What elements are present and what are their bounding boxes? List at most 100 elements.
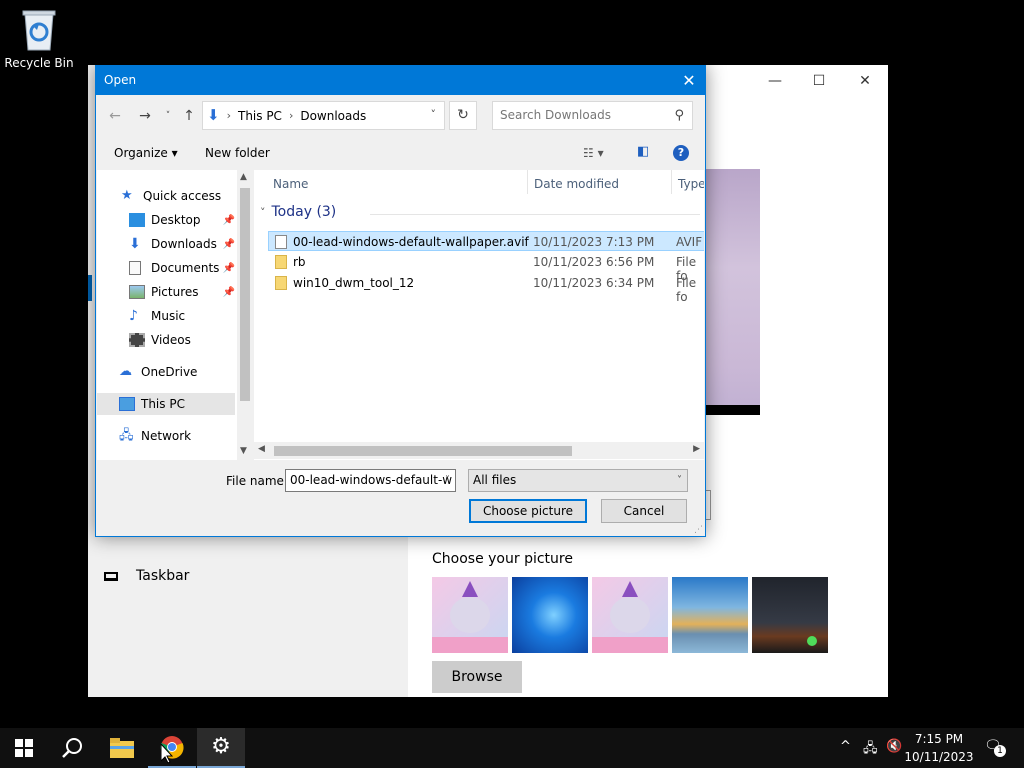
picture-option-2[interactable] [512, 577, 588, 653]
address-bar[interactable]: ⬇ › This PC › Downloads ˅ [202, 101, 445, 130]
nav-music[interactable]: ♪ Music [129, 305, 237, 327]
windows-logo-icon [15, 739, 33, 757]
downloads-icon: ⬇ [129, 236, 141, 252]
help-button[interactable]: ? [673, 145, 689, 161]
action-center-button[interactable]: 🗨 1 [984, 738, 1006, 757]
nav-documents-label: Documents [151, 261, 220, 275]
choose-picture-button[interactable]: Choose picture [469, 499, 587, 523]
new-folder-button[interactable]: New folder [205, 146, 270, 160]
gear-icon: ⚙ [211, 734, 231, 759]
nav-downloads[interactable]: ⬇ Downloads 📌 [129, 233, 237, 255]
nav-quick-access-label: Quick access [143, 189, 222, 203]
file-row[interactable]: win10_dwm_tool_12 10/11/2023 6:34 PM Fil… [269, 273, 704, 304]
group-header-label: Today (3) [271, 204, 337, 220]
notification-count-badge: 1 [994, 745, 1006, 757]
nav-this-pc[interactable]: This PC [97, 393, 235, 415]
cancel-button[interactable]: Cancel [601, 499, 687, 523]
breadcrumb-downloads[interactable]: Downloads [300, 109, 366, 123]
nav-desktop[interactable]: Desktop 📌 [129, 209, 237, 231]
file-name-dropdown-chevron-icon[interactable]: ˅ [445, 470, 450, 491]
file-icon [275, 235, 287, 249]
file-list-horizontal-scrollbar[interactable]: ◀ ▶ [254, 442, 704, 459]
picture-1-art [432, 581, 508, 653]
group-header-today[interactable]: ˅ Today (3) [260, 204, 700, 220]
group-divider [370, 214, 700, 215]
up-arrow-icon[interactable]: ↑ [179, 108, 199, 124]
picture-option-5[interactable] [752, 577, 828, 653]
file-name: rb [293, 255, 306, 269]
file-type-filter-select[interactable]: All files ˅ [468, 469, 688, 492]
file-explorer-button[interactable] [98, 728, 146, 768]
search-input[interactable]: Search Downloads ⚲ [492, 101, 693, 130]
picture-option-3[interactable] [592, 577, 668, 653]
nav-vertical-scrollbar[interactable]: ▲ ▼ [237, 170, 253, 460]
nav-music-label: Music [151, 309, 186, 323]
search-placeholder: Search Downloads [500, 108, 611, 122]
folder-icon [275, 276, 287, 290]
file-type: File fo [676, 276, 697, 304]
view-options-icon[interactable]: ☷ ▾ [583, 146, 604, 160]
back-arrow-icon[interactable]: ← [105, 108, 125, 124]
settings-nav-taskbar[interactable]: Taskbar [104, 568, 189, 584]
network-status-icon[interactable]: 🖧 [863, 739, 878, 761]
clock-time: 7:15 PM [914, 732, 964, 746]
preview-pane-icon[interactable]: ◧ [637, 144, 649, 159]
column-divider[interactable] [527, 170, 528, 194]
address-dropdown-chevron-icon[interactable]: ˅ [431, 108, 437, 121]
pin-icon: 📌 [222, 286, 235, 298]
file-name-input[interactable]: 00-lead-windows-default-w ˅ [285, 469, 456, 492]
organize-menu-button[interactable]: Organize ▾ [114, 146, 178, 160]
settings-button[interactable]: ⚙ [197, 728, 245, 768]
scroll-right-icon[interactable]: ▶ [693, 444, 700, 454]
nav-pictures-label: Pictures [151, 285, 199, 299]
dialog-close-button[interactable]: ✕ [673, 66, 705, 95]
pin-icon: 📌 [222, 214, 235, 226]
recycle-bin-label: Recycle Bin [4, 56, 74, 70]
forward-arrow-icon[interactable]: → [135, 108, 155, 124]
column-divider[interactable] [671, 170, 672, 194]
column-header-name[interactable]: Name [273, 177, 308, 191]
nav-videos[interactable]: Videos [129, 329, 237, 351]
collapse-chevron-icon: ˅ [260, 205, 266, 219]
nav-onedrive-label: OneDrive [141, 365, 198, 379]
file-list-pane: Name Date modified Type ˅ Today (3) 00-l… [254, 170, 704, 460]
recycle-bin-icon[interactable]: Recycle Bin [4, 6, 74, 76]
picture-option-1[interactable] [432, 577, 508, 653]
file-row-selected[interactable]: 00-lead-windows-default-wallpaper.avif 1… [268, 231, 704, 251]
file-name: 00-lead-windows-default-wallpaper.avif [293, 235, 529, 249]
resize-grip-icon[interactable]: ⋰ [694, 525, 703, 535]
recent-locations-chevron-icon[interactable]: ˅ [158, 111, 178, 121]
clock[interactable]: 7:15 PM 10/11/2023 [900, 730, 978, 766]
nav-this-pc-label: This PC [141, 397, 185, 411]
refresh-button[interactable]: ↻ [449, 101, 477, 130]
breadcrumb-this-pc[interactable]: This PC [238, 109, 282, 123]
recycle-bin-graphic [22, 10, 56, 51]
picture-3-art [592, 581, 668, 653]
dialog-titlebar[interactable]: Open ✕ [96, 66, 705, 95]
search-button[interactable] [48, 728, 96, 768]
settings-close-button[interactable]: ✕ [842, 73, 888, 89]
column-header-type[interactable]: Type [678, 177, 704, 191]
picture-option-4[interactable] [672, 577, 748, 653]
settings-maximize-button[interactable]: ☐ [796, 73, 842, 89]
scroll-left-icon[interactable]: ◀ [258, 444, 265, 454]
file-row[interactable]: rb 10/11/2023 6:56 PM File fo [269, 252, 704, 283]
scroll-up-icon[interactable]: ▲ [240, 172, 247, 182]
downloads-folder-icon: ⬇ [207, 106, 220, 124]
start-button[interactable] [0, 728, 48, 768]
horizontal-scrollbar-thumb[interactable] [274, 446, 572, 456]
nav-scrollbar-thumb[interactable] [240, 188, 250, 401]
settings-minimize-button[interactable]: — [752, 73, 798, 89]
nav-pictures[interactable]: Pictures 📌 [129, 281, 237, 303]
scroll-down-icon[interactable]: ▼ [240, 446, 247, 456]
file-name-value: 00-lead-windows-default-w [290, 473, 453, 487]
nav-documents[interactable]: Documents 📌 [129, 257, 237, 279]
choose-picture-title: Choose your picture [432, 551, 573, 567]
music-note-icon: ♪ [129, 308, 138, 324]
browse-button[interactable]: Browse [432, 661, 522, 693]
folder-icon [275, 255, 287, 269]
file-date: 10/11/2023 6:56 PM [533, 255, 655, 269]
column-header-date[interactable]: Date modified [534, 177, 619, 191]
show-hidden-icons-chevron-icon[interactable]: ^ [840, 739, 851, 754]
filter-dropdown-chevron-icon: ˅ [677, 475, 682, 486]
